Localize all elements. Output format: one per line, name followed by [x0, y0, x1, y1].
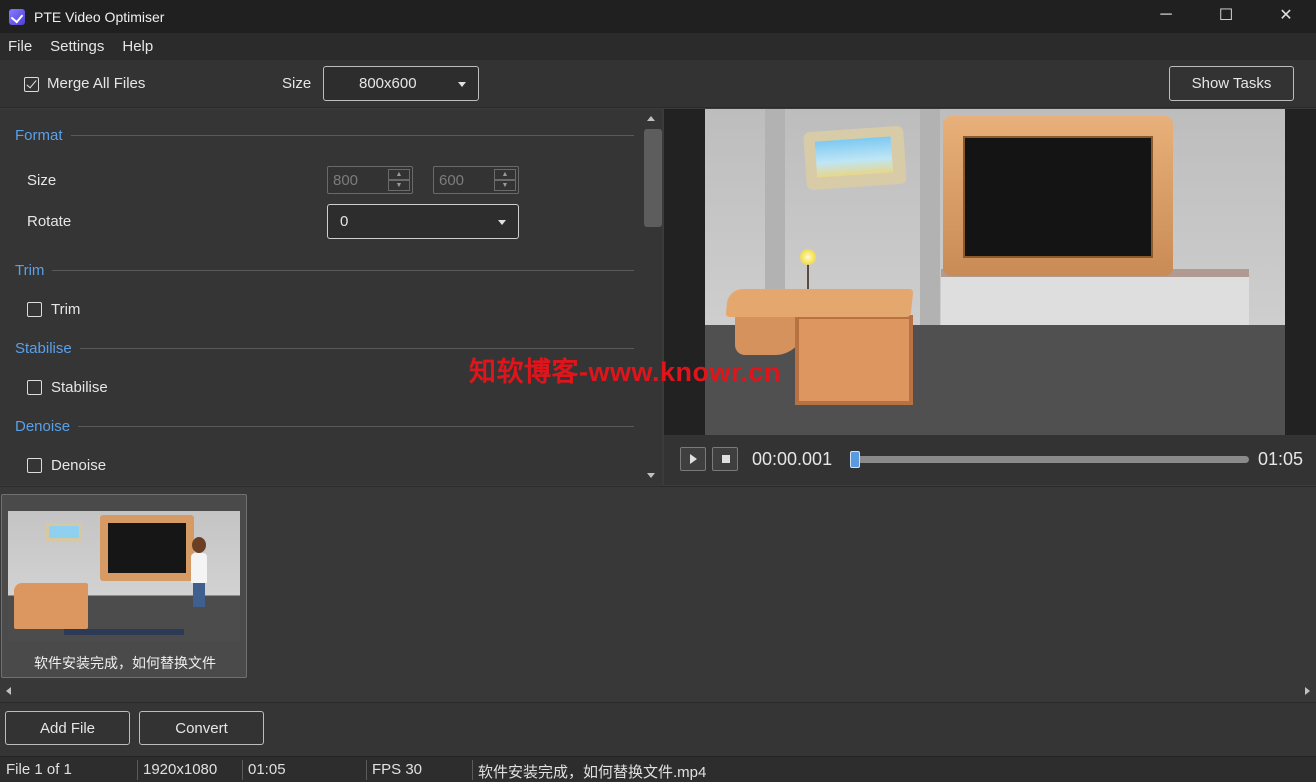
scroll-left-icon[interactable]	[6, 687, 11, 695]
duration: 01:05	[1258, 449, 1304, 469]
title-bar: PTE Video Optimiser ─ ☐ ✕	[0, 0, 1316, 33]
denoise-checkbox[interactable]	[27, 458, 42, 473]
stop-icon	[722, 455, 730, 463]
settings-panel: Format Size 800 ▲ ▼ 600 ▲ ▼ Rotate 0 Tri…	[0, 109, 662, 485]
menu-settings[interactable]: Settings	[41, 38, 113, 55]
maximize-button[interactable]: ☐	[1196, 0, 1256, 30]
watermark-text: 知软博客-www.knowr.cn	[469, 357, 782, 387]
seek-bar[interactable]	[854, 456, 1249, 463]
window-controls: ─ ☐ ✕	[1136, 0, 1316, 33]
format-size-label: Size	[27, 172, 57, 189]
size-label: Size	[282, 75, 312, 92]
width-spinbox[interactable]: 800 ▲ ▼	[327, 166, 413, 194]
current-time: 00:00.001	[752, 449, 833, 469]
scroll-right-icon[interactable]	[1305, 687, 1310, 695]
trim-heading: Trim	[15, 262, 45, 279]
format-heading: Format	[15, 127, 63, 144]
menu-bar: File Settings Help	[0, 33, 1316, 60]
status-bar: File 1 of 1 1920x1080 01:05 FPS 30 软件安装完…	[0, 756, 1316, 782]
divider	[70, 135, 634, 136]
play-icon	[690, 454, 697, 464]
stabilise-checkbox[interactable]	[27, 380, 42, 395]
scrollbar-thumb[interactable]	[644, 129, 662, 227]
add-file-button[interactable]: Add File	[5, 711, 130, 745]
trim-checkbox[interactable]	[27, 302, 42, 317]
merge-all-files-checkbox[interactable]	[24, 77, 39, 92]
divider	[52, 270, 634, 271]
format-section-header: Format	[15, 127, 634, 144]
video-frame	[705, 109, 1285, 435]
status-file-index: File 1 of 1	[6, 761, 72, 778]
action-bar: Add File Convert	[0, 702, 1316, 756]
height-spinbox[interactable]: 600 ▲ ▼	[433, 166, 519, 194]
person-graphic	[188, 537, 210, 607]
width-decrement-button[interactable]: ▼	[388, 180, 410, 191]
window-title: PTE Video Optimiser	[34, 8, 165, 25]
player-controls: 00:00.001 01:05	[664, 435, 1316, 485]
chevron-down-icon	[458, 81, 466, 87]
file-thumbnail	[8, 511, 240, 641]
height-value: 600	[439, 171, 465, 189]
desk-graphic	[795, 315, 913, 405]
close-button[interactable]: ✕	[1256, 0, 1316, 30]
height-decrement-button[interactable]: ▼	[494, 180, 516, 191]
wall-picture-graphic	[803, 125, 907, 191]
status-fps: FPS 30	[372, 761, 423, 778]
merge-all-files-label: Merge All Files	[47, 75, 146, 92]
lamp-graphic	[800, 249, 816, 265]
status-duration: 01:05	[248, 761, 286, 778]
scroll-up-icon[interactable]	[647, 116, 655, 121]
trim-section-header: Trim	[15, 262, 634, 279]
rotate-select[interactable]: 0	[327, 204, 519, 239]
height-increment-button[interactable]: ▲	[494, 169, 516, 180]
scroll-down-icon[interactable]	[647, 473, 655, 478]
settings-scrollbar[interactable]	[642, 109, 662, 485]
seek-handle[interactable]	[850, 451, 860, 468]
size-select-value: 800x600	[359, 75, 417, 92]
menu-file[interactable]: File	[0, 38, 41, 55]
file-card[interactable]: 软件安装完成，如何替换文件	[1, 494, 247, 678]
denoise-section-header: Denoise	[15, 418, 634, 435]
minimize-button[interactable]: ─	[1136, 0, 1196, 30]
stabilise-checkbox-label: Stabilise	[51, 379, 108, 396]
stabilise-heading: Stabilise	[15, 340, 72, 357]
menu-help[interactable]: Help	[113, 38, 162, 55]
width-increment-button[interactable]: ▲	[388, 169, 410, 180]
denoise-heading: Denoise	[15, 418, 71, 435]
file-name: 软件安装完成，如何替换文件	[34, 655, 216, 671]
convert-button[interactable]: Convert	[139, 711, 264, 745]
chalkboard-graphic	[943, 116, 1173, 276]
app-logo-icon	[9, 8, 25, 25]
file-list: 软件安装完成，如何替换文件	[0, 486, 1316, 702]
rotate-value: 0	[340, 213, 349, 230]
trim-checkbox-label: Trim	[51, 301, 81, 318]
toolbar: Merge All Files Size 800x600 Show Tasks	[0, 60, 1316, 108]
divider	[78, 426, 634, 427]
video-preview	[664, 109, 1316, 485]
chevron-down-icon	[498, 219, 506, 225]
rotate-label: Rotate	[27, 213, 72, 230]
width-value: 800	[333, 171, 359, 189]
stop-button[interactable]	[712, 447, 738, 471]
denoise-checkbox-label: Denoise	[51, 457, 107, 474]
show-tasks-button[interactable]: Show Tasks	[1169, 66, 1294, 101]
divider	[79, 348, 634, 349]
size-select[interactable]: 800x600	[323, 66, 479, 101]
play-button[interactable]	[680, 447, 706, 471]
status-filename: 软件安装完成，如何替换文件.mp4	[478, 764, 707, 781]
status-resolution: 1920x1080	[143, 761, 218, 778]
